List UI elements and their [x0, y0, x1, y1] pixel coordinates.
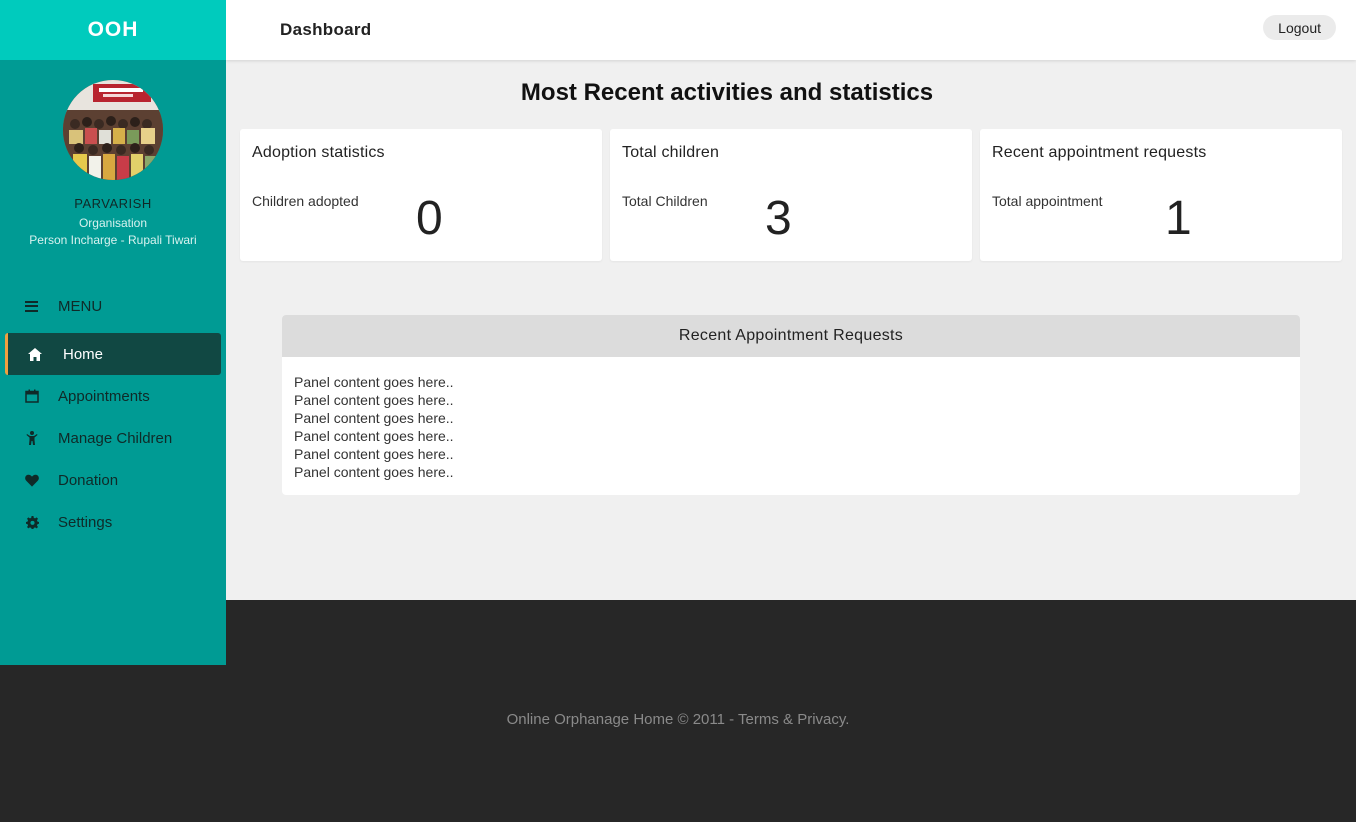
sidebar-item-appointments[interactable]: Appointments [0, 375, 226, 417]
home-icon [28, 347, 42, 361]
sidebar-item-label: Donation [58, 471, 119, 489]
card-label: Total Children [622, 193, 708, 209]
profile-block: PARVARISH Organisation Person Incharge -… [0, 60, 226, 247]
card-title: Recent appointment requests [992, 144, 1207, 161]
card-value: 0 [416, 192, 443, 245]
child-icon [25, 431, 39, 445]
sidebar-item-settings[interactable]: Settings [0, 501, 226, 543]
recent-appointments-panel: Recent Appointment Requests Panel conten… [282, 315, 1300, 495]
avatar[interactable] [63, 80, 163, 180]
card-value: 3 [765, 192, 792, 245]
panel-line: Panel content goes here.. [294, 374, 454, 390]
panel-line: Panel content goes here.. [294, 446, 454, 462]
panel-line: Panel content goes here.. [294, 428, 454, 444]
sidebar-item-manage-children[interactable]: Manage Children [0, 417, 226, 459]
sidebar: OOH PARVARISH Organisation Person Inchar… [0, 0, 226, 665]
stat-card-appointments: Recent appointment requests Total appoin… [980, 129, 1342, 261]
card-value: 1 [1165, 192, 1192, 245]
hamburger-icon [25, 300, 38, 312]
sidebar-item-label: Manage Children [58, 429, 173, 447]
heart-icon [25, 473, 39, 487]
sidebar-item-label: Home [63, 345, 104, 363]
sidebar-item-label: Appointments [58, 387, 150, 405]
panel-line: Panel content goes here.. [294, 464, 454, 480]
stats-cards: Adoption statistics Children adopted 0 T… [240, 129, 1342, 261]
sidebar-nav: Home Appointments Manage Children Donati… [0, 333, 226, 543]
stat-card-total-children: Total children Total Children 3 [610, 129, 972, 261]
card-title: Total children [622, 144, 720, 161]
panel-title: Recent Appointment Requests [282, 315, 1300, 357]
page-title: Dashboard [280, 20, 372, 39]
panel-line: Panel content goes here.. [294, 392, 454, 408]
panel-body: Panel content goes here.. Panel content … [282, 357, 1300, 495]
brand-logo[interactable]: OOH [0, 0, 226, 60]
dashboard-heading: Most Recent activities and statistics [520, 79, 934, 106]
menu-toggle[interactable]: MENU [0, 294, 226, 318]
org-person-incharge: Person Incharge - Rupali Tiwari [29, 233, 197, 247]
panel-line: Panel content goes here.. [294, 410, 454, 426]
card-label: Children adopted [252, 193, 359, 209]
gear-icon [25, 515, 39, 529]
logout-button[interactable]: Logout [1263, 15, 1336, 40]
calendar-icon [25, 389, 39, 403]
sidebar-item-donation[interactable]: Donation [0, 459, 226, 501]
sidebar-item-label: Settings [58, 513, 113, 531]
top-bar: Dashboard Logout [226, 0, 1356, 60]
card-label: Total appointment [992, 193, 1103, 209]
footer-copyright: Online Orphanage Home © 2011 - Terms & P… [506, 711, 850, 728]
org-name: PARVARISH [74, 196, 152, 211]
sidebar-item-home[interactable]: Home [5, 333, 221, 375]
card-title: Adoption statistics [252, 144, 385, 161]
menu-label: MENU [58, 297, 103, 315]
stat-card-adoption: Adoption statistics Children adopted 0 [240, 129, 602, 261]
org-type: Organisation [78, 216, 148, 230]
